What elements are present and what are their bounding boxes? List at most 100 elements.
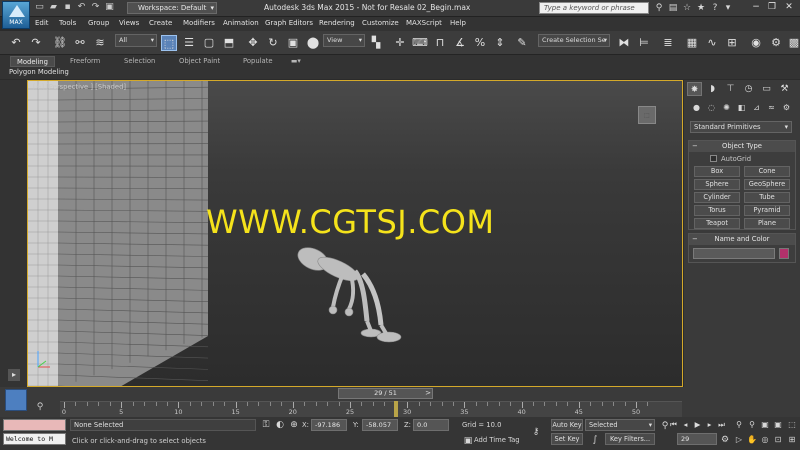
redo-icon[interactable]: ↷ <box>28 35 44 51</box>
minimize-icon[interactable]: − <box>749 1 763 14</box>
redo-icon[interactable]: ↷ <box>90 2 101 13</box>
zoom-extents-all-icon[interactable]: ▣ <box>772 419 784 431</box>
unlink-icon[interactable]: ⚯ <box>72 35 88 51</box>
zoom-all-icon[interactable]: ⚲ <box>746 419 758 431</box>
subscription-icon[interactable]: ▤ <box>667 2 679 14</box>
key-icon[interactable]: ⚷ <box>530 426 542 438</box>
absolute-mode-icon[interactable]: ⊕ <box>288 419 300 431</box>
lock-selection-icon[interactable]: ⚿ <box>260 419 272 431</box>
time-configuration-icon[interactable]: ⚙ <box>719 434 731 446</box>
help-dropdown-icon[interactable]: ▾ <box>722 2 734 14</box>
undo-icon[interactable]: ↶ <box>8 35 24 51</box>
ribbon-panel-label[interactable]: Polygon Modeling <box>9 68 69 76</box>
next-key-icon[interactable]: ▸ <box>704 419 715 431</box>
geometry-icon[interactable]: ● <box>690 102 703 114</box>
box-button[interactable]: Box <box>694 166 740 177</box>
render-frame-icon[interactable]: ▩ <box>786 35 800 51</box>
mirror-icon[interactable]: ⧓ <box>616 35 632 51</box>
character-model[interactable] <box>293 241 413 351</box>
spinner-snap-icon[interactable]: ⇕ <box>492 35 508 51</box>
name-and-color-header[interactable]: Name and Color <box>689 234 795 245</box>
favorites-icon[interactable]: ★ <box>695 2 707 14</box>
tab-populate[interactable]: Populate <box>243 56 273 67</box>
communication-center-icon[interactable]: ☆ <box>681 2 693 14</box>
select-and-move-icon[interactable]: ✥ <box>245 35 261 51</box>
edit-named-selection-icon[interactable]: ✎ <box>514 35 530 51</box>
menu-help[interactable]: Help <box>450 19 466 27</box>
menu-tools[interactable]: Tools <box>59 19 76 27</box>
helpers-icon[interactable]: ⊿ <box>750 102 763 114</box>
primitive-category-dropdown[interactable]: Standard Primitives <box>690 121 792 133</box>
motion-tab-icon[interactable]: ◷ <box>741 82 756 96</box>
display-tab-icon[interactable]: ▭ <box>759 82 774 96</box>
menu-graph-editors[interactable]: Graph Editors <box>265 19 313 27</box>
workspace-dropdown[interactable]: Workspace: Default <box>127 2 217 14</box>
new-file-icon[interactable]: ▭ <box>34 2 45 13</box>
plane-button[interactable]: Plane <box>744 218 790 229</box>
viewport-toggle-icon[interactable]: ⊞ <box>786 434 798 446</box>
expand-panel-icon[interactable]: ▸ <box>8 369 20 381</box>
go-to-start-icon[interactable]: ⏮ <box>668 419 679 431</box>
pan-view-icon[interactable]: ✋ <box>746 434 758 446</box>
lights-icon[interactable]: ✺ <box>720 102 733 114</box>
menu-create[interactable]: Create <box>149 19 172 27</box>
tube-button[interactable]: Tube <box>744 192 790 203</box>
search-input[interactable]: Type a keyword or phrase <box>539 2 649 14</box>
menu-animation[interactable]: Animation <box>223 19 259 27</box>
cone-button[interactable]: Cone <box>744 166 790 177</box>
close-icon[interactable]: ✕ <box>782 1 796 14</box>
previous-key-icon[interactable]: ◂ <box>680 419 691 431</box>
object-type-header[interactable]: Object Type <box>689 141 795 152</box>
select-and-rotate-icon[interactable]: ↻ <box>265 35 281 51</box>
orbit-icon[interactable]: ◎ <box>759 434 771 446</box>
keyboard-shortcut-override-icon[interactable]: ⌨ <box>412 35 428 51</box>
menu-group[interactable]: Group <box>88 19 109 27</box>
autogrid-checkbox[interactable] <box>710 155 717 162</box>
current-frame-input[interactable]: 29 <box>677 433 717 445</box>
zoom-extents-icon[interactable]: ▣ <box>759 419 771 431</box>
sphere-button[interactable]: Sphere <box>694 179 740 190</box>
save-file-icon[interactable]: ▪ <box>62 2 73 13</box>
select-object-icon[interactable]: ⬚ <box>161 35 177 51</box>
cameras-icon[interactable]: ◧ <box>735 102 748 114</box>
maxscript-listener[interactable]: Welcome to M <box>3 433 66 445</box>
zoom-icon[interactable]: ⚲ <box>733 419 745 431</box>
tab-modeling[interactable]: Modeling <box>10 56 55 67</box>
key-selection-dropdown[interactable]: Selected <box>585 419 655 431</box>
tab-object-paint[interactable]: Object Paint <box>179 56 220 67</box>
manipulate-icon[interactable]: ✛ <box>392 35 408 51</box>
select-and-scale-icon[interactable]: ▣ <box>285 35 301 51</box>
mini-curve-editor-button[interactable] <box>5 389 27 411</box>
project-folder-icon[interactable]: ▣ <box>104 2 115 13</box>
layer-manager-icon[interactable]: ≣ <box>660 35 676 51</box>
bind-space-warp-icon[interactable]: ≋ <box>92 35 108 51</box>
snaps-toggle-icon[interactable]: ⊓ <box>432 35 448 51</box>
y-coordinate-input[interactable]: -58.057 <box>362 419 398 431</box>
menu-maxscript[interactable]: MAXScript <box>406 19 442 27</box>
torus-button[interactable]: Torus <box>694 205 740 216</box>
viewport-label[interactable]: [+] [Perspective ] [Shaded] <box>33 83 126 91</box>
help-icon[interactable]: ? <box>709 2 721 14</box>
space-warps-icon[interactable]: ≈ <box>765 102 778 114</box>
track-bar[interactable]: 0 5 10 15 20 25 30 35 40 45 50 <box>60 401 682 417</box>
named-selection-dropdown[interactable]: Create Selection Se <box>538 34 610 47</box>
place-icon[interactable]: ⬤ <box>305 35 321 51</box>
tab-freeform[interactable]: Freeform <box>70 56 100 67</box>
utilities-tab-icon[interactable]: ⚒ <box>777 82 792 96</box>
go-to-end-icon[interactable]: ⏭ <box>716 419 727 431</box>
play-icon[interactable]: ▶ <box>692 419 703 431</box>
systems-icon[interactable]: ⚙ <box>780 102 793 114</box>
schematic-view-icon[interactable]: ⊞ <box>724 35 740 51</box>
key-filters-button[interactable]: Key Filters... <box>605 433 655 445</box>
percent-snap-icon[interactable]: % <box>472 35 488 51</box>
modify-tab-icon[interactable]: ◗ <box>705 82 720 96</box>
viewcube[interactable]: ⬚ <box>638 106 656 124</box>
teapot-button[interactable]: Teapot <box>694 218 740 229</box>
tab-selection[interactable]: Selection <box>124 56 155 67</box>
default-in-out-tangent-icon[interactable]: ∫ <box>589 434 601 446</box>
set-key-button[interactable]: Set Key <box>551 433 583 445</box>
region-zoom-icon[interactable]: ⬚ <box>786 419 798 431</box>
current-frame-marker[interactable] <box>393 401 398 417</box>
object-color-swatch[interactable] <box>779 248 789 259</box>
select-by-name-icon[interactable]: ☰ <box>181 35 197 51</box>
